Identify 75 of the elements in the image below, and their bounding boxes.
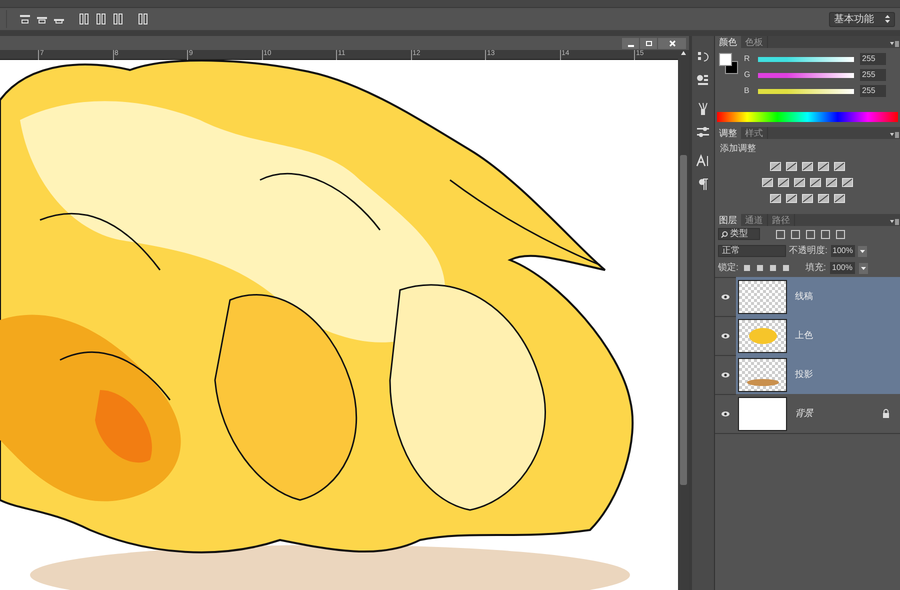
adjustment-icon[interactable] [778, 176, 789, 188]
adjustment-icon[interactable] [810, 176, 821, 188]
layer-thumbnail [738, 318, 787, 352]
search-icon [721, 230, 728, 238]
layer-thumbnail [738, 396, 787, 430]
align-icon[interactable] [19, 13, 31, 25]
history-icon[interactable] [696, 50, 710, 64]
layer-row[interactable]: 线稿 [736, 277, 900, 316]
value-field[interactable]: 255 [860, 69, 886, 81]
panel-tab[interactable]: 图层 [715, 214, 741, 226]
layer-name: 背景 [795, 406, 814, 420]
adjustment-icon[interactable] [802, 192, 813, 204]
adjustment-icon[interactable] [770, 160, 781, 172]
workspace-dropdown[interactable]: 基本功能 [829, 12, 895, 26]
value-field[interactable]: 255 [860, 53, 886, 65]
adjustment-icon[interactable] [842, 176, 853, 188]
color-swatches[interactable] [719, 53, 739, 75]
adjustment-icon[interactable] [770, 192, 781, 204]
filter-dropdown[interactable]: 类型 [718, 228, 760, 240]
adjustment-icon[interactable] [834, 192, 845, 204]
adjustment-icon[interactable] [818, 192, 829, 204]
panel-menu-icon[interactable] [890, 40, 900, 48]
distribute-icon[interactable] [78, 13, 90, 25]
layer-name: 上色 [795, 328, 814, 342]
dropdown-button[interactable] [858, 246, 867, 256]
opacity-label: 不透明度: [789, 244, 828, 258]
layer-thumbnail [738, 280, 787, 314]
maximize-button[interactable] [640, 38, 658, 48]
eye-icon[interactable] [721, 372, 730, 378]
panel-menu-icon[interactable] [890, 131, 900, 139]
layer-row[interactable]: 投影 [736, 355, 900, 394]
distribute-icon[interactable] [95, 13, 107, 25]
adjustment-icon[interactable] [762, 176, 773, 188]
adjustment-icon[interactable] [794, 176, 805, 188]
updown-icon [885, 15, 890, 23]
distribute-icon[interactable] [137, 13, 149, 25]
eye-icon[interactable] [721, 332, 730, 338]
fill-label: 填充: [806, 261, 826, 274]
layer-row[interactable]: 背景 [736, 394, 900, 433]
layer-thumbnail [738, 358, 787, 392]
eye-icon[interactable] [721, 294, 730, 300]
panel-tab[interactable]: 调整 [715, 127, 741, 139]
layer-row[interactable]: 上色 [736, 316, 900, 355]
sliders-icon[interactable] [696, 125, 710, 139]
channel-label: R [744, 53, 751, 65]
lock-label: 锁定: [718, 261, 739, 274]
fill-field[interactable]: 100% [830, 262, 854, 274]
layer-name: 投影 [795, 368, 814, 381]
arrow-up-icon[interactable] [681, 51, 686, 55]
distribute-icon[interactable] [112, 13, 124, 25]
channel-label: G [744, 69, 752, 81]
panel-heading: 添加调整 [719, 142, 757, 155]
channel-label: B [744, 85, 750, 97]
channels-icon[interactable] [696, 73, 710, 87]
layer-name: 线稿 [795, 290, 814, 303]
minimize-button[interactable] [622, 38, 640, 48]
close-icon [668, 40, 676, 46]
blend-mode-dropdown[interactable]: 正常 [718, 245, 786, 257]
eye-icon[interactable] [721, 410, 730, 416]
adjustment-icon[interactable] [786, 160, 797, 172]
panel-menu-icon[interactable] [890, 218, 900, 226]
vertical-scrollbar[interactable] [678, 50, 690, 590]
caret-icon [860, 250, 865, 252]
color-spectrum[interactable] [717, 112, 898, 122]
opacity-field[interactable]: 100% [830, 245, 855, 257]
adjustment-icon[interactable] [818, 160, 829, 172]
close-button[interactable] [658, 38, 686, 48]
panel-tab[interactable]: 颜色 [715, 36, 741, 48]
adjustment-icon[interactable] [834, 160, 845, 172]
value-field[interactable]: 255 [860, 85, 886, 97]
dropdown-button[interactable] [858, 262, 868, 274]
adjustment-icon[interactable] [802, 160, 813, 172]
adjustment-icon[interactable] [826, 176, 837, 188]
adjustment-icon[interactable] [786, 192, 797, 204]
caret-icon [860, 266, 866, 270]
